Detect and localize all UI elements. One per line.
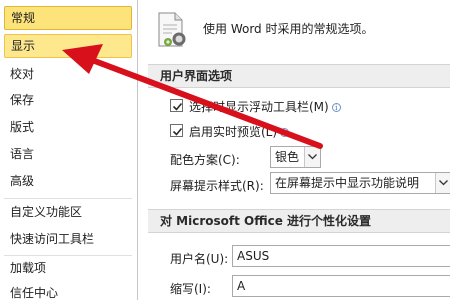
- section-header-ui-options: 用户界面选项: [148, 64, 450, 88]
- live-preview-checkbox[interactable]: [170, 124, 183, 137]
- screentip-style-select[interactable]: 在屏幕提示中显示功能说明: [270, 172, 450, 194]
- mini-toolbar-label: 选择时显示浮动工具栏(M): [189, 100, 329, 114]
- username-field[interactable]: ASUS: [232, 245, 450, 267]
- nav-item-addins[interactable]: 加载项: [4, 256, 132, 280]
- info-icon[interactable]: i: [280, 128, 290, 137]
- mini-toolbar-checkbox[interactable]: [170, 99, 183, 112]
- chevron-down-icon[interactable]: [304, 147, 320, 167]
- live-preview-option[interactable]: 启用实时预览(L) i: [189, 123, 290, 140]
- nav-item-customize-ribbon[interactable]: 自定义功能区: [4, 200, 132, 224]
- info-icon[interactable]: i: [331, 103, 341, 112]
- nav-item-proofing[interactable]: 校对: [4, 62, 132, 86]
- username-label: 用户名(U):: [170, 252, 229, 266]
- color-scheme-select[interactable]: 银色: [270, 146, 321, 168]
- color-scheme-value: 银色: [275, 150, 300, 164]
- color-scheme-label: 配色方案(C):: [170, 153, 240, 167]
- section-header-personalize: 对 Microsoft Office 进行个性化设置: [148, 209, 450, 233]
- initials-label: 缩写(I):: [170, 282, 211, 296]
- nav-item-save[interactable]: 保存: [4, 88, 132, 112]
- screentip-style-value: 在屏幕提示中显示功能说明: [275, 176, 420, 190]
- nav-item-language[interactable]: 语言: [4, 142, 132, 166]
- nav-separator: [4, 198, 132, 199]
- screentip-style-label: 屏幕提示样式(R):: [170, 179, 264, 193]
- settings-document-icon: [150, 10, 192, 50]
- nav-item-trust-center[interactable]: 信任中心: [4, 281, 132, 300]
- nav-item-display[interactable]: 显示: [4, 34, 132, 58]
- panel-intro-text: 使用 Word 时采用的常规选项。: [203, 22, 374, 36]
- nav-item-layout[interactable]: 版式: [4, 115, 132, 139]
- initials-field[interactable]: A: [232, 275, 450, 297]
- options-nav: 常规 显示 校对 保存 版式 语言 高级 自定义功能区 快速访问工具栏 加载项 …: [0, 0, 138, 300]
- chevron-down-icon[interactable]: [435, 173, 450, 193]
- nav-item-advanced[interactable]: 高级: [4, 169, 132, 193]
- nav-item-general[interactable]: 常规: [4, 6, 132, 30]
- mini-toolbar-option[interactable]: 选择时显示浮动工具栏(M) i: [189, 98, 341, 115]
- live-preview-label: 启用实时预览(L): [189, 125, 278, 139]
- nav-item-quick-access-toolbar[interactable]: 快速访问工具栏: [4, 227, 132, 251]
